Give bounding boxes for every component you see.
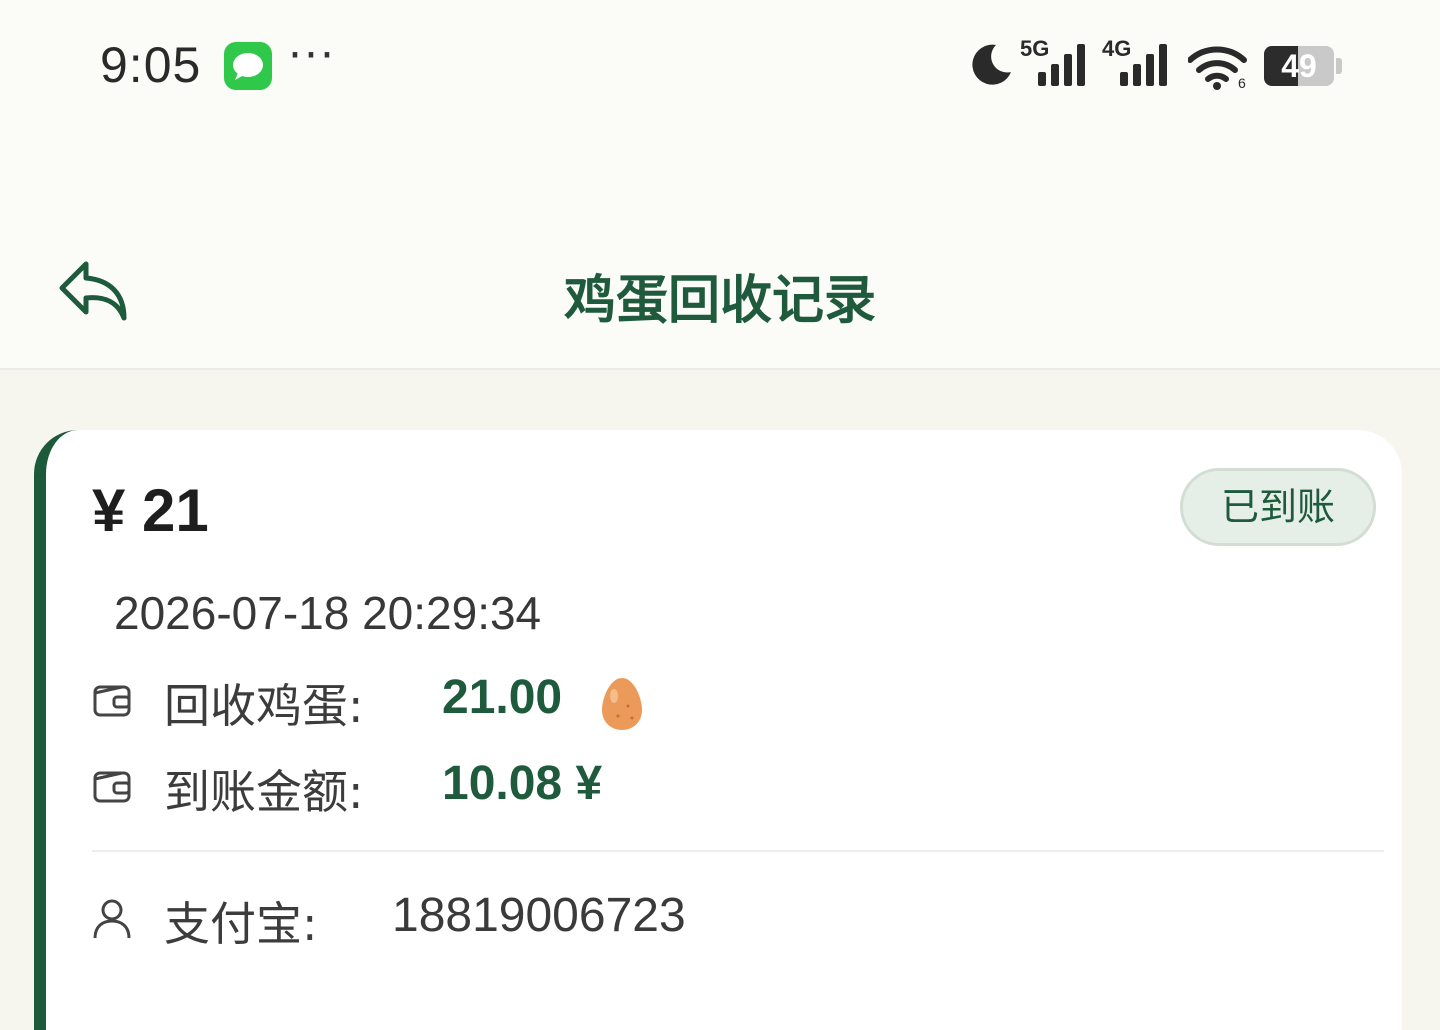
wifi-icon: 6 — [1188, 46, 1247, 90]
wallet-icon — [93, 771, 131, 803]
status-time: 9:05 — [100, 37, 202, 93]
page-title: 鸡蛋回收记录 — [563, 271, 876, 331]
messages-icon — [224, 42, 272, 90]
eggs-label: 回收鸡蛋: — [164, 679, 364, 733]
record-datetime: 2026-07-18 20:29:34 — [114, 587, 542, 639]
eggs-value: 21.00 — [442, 671, 563, 724]
alipay-label: 支付宝: — [164, 897, 318, 951]
more-dots-icon: ··· — [288, 30, 336, 81]
wallet-icon — [93, 685, 131, 717]
record-card[interactable]: ¥ 21 已到账 2026-07-18 20:29:34 回收鸡蛋: 21.00… — [34, 430, 1402, 1030]
payout-value: 10.08 ¥ — [442, 757, 603, 810]
battery-tip — [1336, 58, 1342, 74]
svg-text:6: 6 — [1238, 75, 1246, 90]
egg-icon — [602, 678, 642, 730]
payout-label: 到账金额: — [164, 765, 364, 819]
battery-percent: 49 — [1281, 48, 1317, 84]
status-bar: 9:05 ··· 5G 4G 6 49 — [0, 0, 1440, 130]
user-icon — [93, 899, 131, 939]
battery-icon: 49 — [1264, 46, 1334, 86]
alipay-account: 18819006723 — [392, 889, 686, 942]
moon-icon — [972, 44, 1011, 85]
record-amount: ¥ 21 — [92, 477, 209, 544]
top-bar: 9:05 ··· 5G 4G 6 49 鸡蛋回收记录 — [0, 0, 1440, 370]
status-badge: 已到账 — [1180, 468, 1376, 546]
divider — [92, 850, 1384, 852]
